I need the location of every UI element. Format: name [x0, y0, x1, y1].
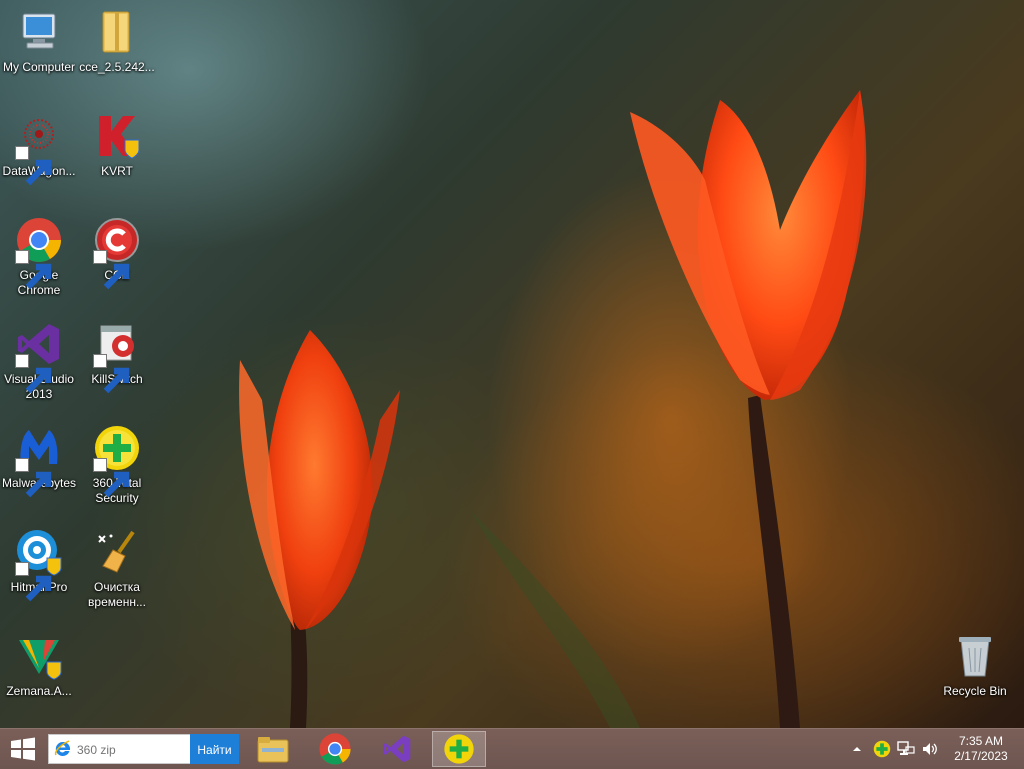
desktop-icon-google-chrome[interactable]: Google Chrome	[0, 216, 78, 298]
folder-icon	[93, 8, 141, 56]
file-explorer-icon	[257, 737, 289, 763]
chrome-icon	[319, 733, 351, 765]
killswitch-icon	[93, 320, 141, 394]
show-hidden-icons-button[interactable]	[848, 729, 866, 769]
shortcut-arrow-icon	[15, 458, 52, 498]
shortcut-arrow-icon	[93, 250, 130, 290]
recycle-bin-icon	[951, 632, 999, 680]
desktop-icon-killswitch[interactable]: KillSwitch	[78, 320, 156, 394]
icon-label: cce_2.5.242...	[79, 60, 155, 74]
taskbar-chrome[interactable]	[308, 731, 362, 767]
taskbar-360-total-security[interactable]	[432, 731, 486, 767]
search-input[interactable]	[75, 739, 189, 761]
desktop-icon-cce-folder[interactable]: cce_2.5.242...	[78, 8, 156, 75]
clock-date: 2/17/2023	[954, 749, 1008, 763]
360-total-security-icon	[444, 734, 474, 764]
visual-studio-icon	[15, 320, 63, 394]
clock-time: 7:35 AM	[958, 734, 1004, 748]
datawagon-icon	[15, 112, 63, 186]
visual-studio-icon	[383, 735, 411, 763]
tray-volume[interactable]	[919, 729, 941, 769]
broom-icon	[93, 528, 141, 576]
desktop-icon-cce[interactable]: CCE	[78, 216, 156, 290]
network-icon	[897, 741, 915, 755]
shortcut-arrow-icon	[15, 146, 52, 186]
chrome-icon	[15, 216, 63, 290]
desktop-icon-kvrt[interactable]: KVRT	[78, 112, 156, 179]
start-button[interactable]	[6, 735, 40, 763]
volume-icon	[923, 743, 937, 755]
icon-label: Recycle Bin	[943, 684, 1007, 698]
taskbar: Найти 7:35 AM 2/17/2023	[0, 728, 1024, 769]
windows-logo-icon	[11, 737, 35, 761]
desktop-icon-recycle-bin[interactable]: Recycle Bin	[936, 632, 1014, 699]
desktop-icon-360-total-security[interactable]: 360 Total Security	[78, 424, 156, 506]
cce-icon	[93, 216, 141, 290]
desktop-icon-hitmanpro[interactable]: HitmanPro	[0, 528, 78, 602]
desktop-icon-datawagon[interactable]: DataWagon...	[0, 112, 78, 186]
desktop-icon-my-computer[interactable]: My Computer	[0, 8, 78, 75]
360-total-security-icon	[93, 424, 141, 498]
icon-label: KVRT	[101, 164, 133, 178]
kvrt-icon	[93, 112, 141, 160]
icon-label: My Computer	[2, 60, 76, 74]
clock[interactable]: 7:35 AM 2/17/2023	[948, 734, 1014, 764]
taskbar-file-explorer[interactable]	[246, 731, 300, 767]
icon-label: Очистка временн...	[88, 580, 146, 609]
shortcut-arrow-icon	[93, 458, 130, 498]
search-box[interactable]	[48, 734, 191, 764]
desktop-icon-zemana[interactable]: Zemana.A...	[0, 632, 78, 699]
shortcut-arrow-icon	[15, 354, 52, 394]
tray-360[interactable]	[870, 729, 894, 769]
taskbar-visual-studio[interactable]	[370, 731, 424, 767]
shortcut-arrow-icon	[15, 250, 52, 290]
desktop[interactable]: My Computer DataWagon... Google Chrome V…	[0, 0, 1024, 728]
desktop-icon-visual-studio-2013[interactable]: Visual Studio 2013	[0, 320, 78, 402]
icon-label: Zemana.A...	[6, 684, 72, 698]
360-tray-icon	[873, 740, 891, 758]
desktop-icon-malwarebytes[interactable]: Malwarebytes	[0, 424, 78, 498]
shortcut-arrow-icon	[93, 354, 130, 394]
zemana-icon	[15, 632, 63, 680]
internet-explorer-icon	[54, 740, 72, 763]
shortcut-arrow-icon	[15, 562, 52, 602]
hitmanpro-icon	[15, 528, 63, 602]
computer-icon	[15, 8, 63, 56]
desktop-icon-cleanup[interactable]: Очистка временн...	[78, 528, 156, 610]
search-button[interactable]: Найти	[190, 734, 239, 764]
malwarebytes-icon	[15, 424, 63, 498]
tray-network[interactable]	[895, 729, 917, 769]
chevron-up-icon	[853, 747, 861, 751]
